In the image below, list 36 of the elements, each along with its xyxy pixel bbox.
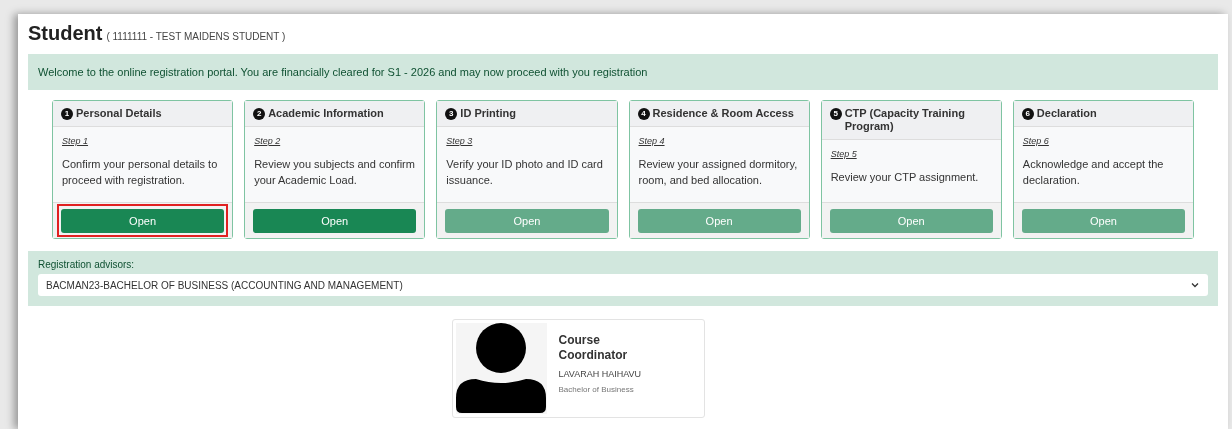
step-number-badge: 3 bbox=[445, 108, 458, 120]
open-button[interactable]: Open bbox=[253, 209, 417, 233]
step-title: ID Printing bbox=[460, 107, 516, 120]
step-label: Step 1 bbox=[62, 135, 90, 148]
step-label: Step 3 bbox=[446, 135, 474, 148]
coordinator-program: Bachelor of Business bbox=[558, 383, 635, 396]
step-description: Review your assigned dormitory, room, and bed allocation. bbox=[638, 156, 799, 188]
step-description: Review you subjects and confirm your Academic Load. bbox=[254, 156, 416, 188]
step-description: Acknowledge and accept the declaration. bbox=[1022, 156, 1165, 188]
open-button[interactable]: Open bbox=[61, 209, 225, 233]
step-label: Step 2 bbox=[254, 135, 282, 148]
step-number-badge: 1 bbox=[61, 108, 73, 120]
welcome-alert: Welcome to the online registration portal. You are financially cleared for S1 - 2026 and may now proceed with you registration bbox=[28, 54, 1218, 90]
step-description: Confirm your personal details to proceed with registration. bbox=[62, 156, 219, 188]
step-number-badge: 5 bbox=[829, 108, 842, 120]
step-label: Step 4 bbox=[638, 135, 666, 148]
chevron-down-icon bbox=[1190, 280, 1200, 290]
step-title: CTP (Capacity Training Program) bbox=[844, 107, 966, 133]
step-title: Personal Details bbox=[76, 107, 162, 120]
avatar-icon bbox=[455, 323, 547, 414]
step-description: Review your CTP assignment. bbox=[830, 169, 980, 185]
step-label: Step 5 bbox=[830, 148, 858, 161]
step-number-badge: 4 bbox=[637, 108, 650, 120]
step-title: Declaration bbox=[1036, 107, 1097, 120]
step-description: Verify your ID photo and ID card issuance. bbox=[446, 156, 604, 188]
step-number-badge: 6 bbox=[1021, 108, 1034, 120]
step-title: Academic Information bbox=[268, 107, 384, 120]
advisors-label: Registration advisors: bbox=[38, 258, 136, 272]
page-title: Student bbox=[28, 21, 103, 46]
step-label: Step 6 bbox=[1022, 135, 1050, 148]
step-title: Residence & Room Access bbox=[652, 107, 794, 120]
coordinator-role: Course Coordinator bbox=[558, 333, 629, 363]
student-id: ( 1111111 - TEST MAIDENS STUDENT ) bbox=[106, 30, 286, 44]
coordinator-name: LAVARAH HAIHAVU bbox=[558, 368, 642, 381]
advisors-select[interactable]: BACMAN23-BACHELOR OF BUSINESS (ACCOUNTING AND MANAGEMENT) bbox=[38, 274, 1208, 296]
step-number-badge: 2 bbox=[253, 108, 266, 120]
